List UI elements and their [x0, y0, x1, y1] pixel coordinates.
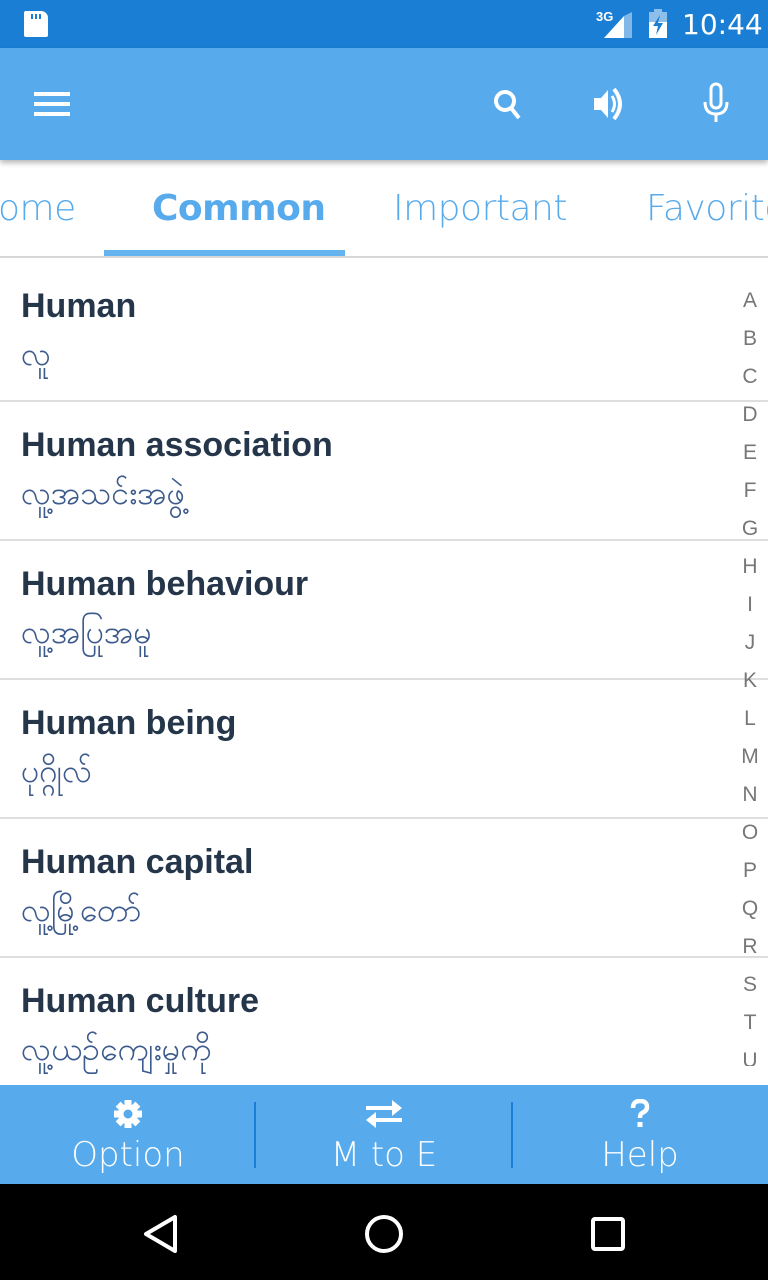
list-item[interactable]: Human association လူ့အသင်းအဖွဲ့: [0, 402, 768, 541]
index-letter-i[interactable]: I: [732, 586, 768, 624]
tab-bar: ome Common Important Favorite: [0, 160, 768, 260]
index-letter-u[interactable]: U: [732, 1042, 768, 1066]
index-letter-h[interactable]: H: [732, 548, 768, 586]
index-letter-b[interactable]: B: [732, 320, 768, 358]
option-button[interactable]: Option: [0, 1085, 256, 1184]
index-letter-c[interactable]: C: [732, 358, 768, 396]
english-word: Human behaviour: [21, 565, 309, 603]
tab-home[interactable]: ome: [0, 188, 76, 229]
battery-charging-icon: [649, 9, 667, 38]
speaker-icon: [594, 87, 622, 121]
help-label: Help: [601, 1135, 679, 1175]
index-letter-n[interactable]: N: [732, 776, 768, 814]
index-letter-t[interactable]: T: [732, 1004, 768, 1042]
myanmar-translation: ပုဂ္ဂိုလ်: [21, 752, 93, 790]
myanmar-translation: လူ: [21, 335, 51, 373]
gear-icon: [114, 1100, 142, 1128]
list-item[interactable]: Human capital လူ့မြို့တော်: [0, 819, 768, 958]
word-list[interactable]: Human လူ Human association လူ့အသင်းအဖွဲ့…: [0, 263, 768, 1085]
help-button[interactable]: Help: [512, 1085, 768, 1184]
myanmar-translation: လူ့အပြုအမူ: [21, 613, 152, 651]
index-letter-g[interactable]: G: [732, 510, 768, 548]
index-letter-q[interactable]: Q: [732, 890, 768, 928]
english-word: Human culture: [21, 982, 260, 1020]
microphone-icon: [703, 82, 729, 122]
divider: [0, 256, 768, 258]
swap-arrows-icon: [366, 1100, 402, 1128]
microphone-button[interactable]: [690, 78, 742, 130]
index-letter-p[interactable]: P: [732, 852, 768, 890]
search-icon: [494, 90, 521, 120]
myanmar-translation: လူ့မြို့တော်: [21, 891, 142, 929]
list-item[interactable]: Human culture လူ့ယဉ်ကျေးမှုကို: [0, 958, 768, 1085]
index-letter-a[interactable]: A: [732, 282, 768, 320]
english-word: Human being: [21, 704, 237, 742]
index-letter-e[interactable]: E: [732, 434, 768, 472]
english-word: Human association: [21, 426, 333, 464]
list-item[interactable]: Human being ပုဂ္ဂိုလ်: [0, 680, 768, 819]
signal-icon: [604, 12, 632, 38]
tab-important[interactable]: Important: [393, 188, 567, 229]
app-bar: [0, 48, 768, 160]
index-letter-f[interactable]: F: [732, 472, 768, 510]
list-item[interactable]: Human လူ: [0, 263, 768, 402]
speaker-button[interactable]: [586, 78, 638, 130]
tab-favorite[interactable]: Favorite: [646, 188, 768, 229]
status-bar: 3G 10:44: [0, 0, 768, 48]
home-icon[interactable]: [354, 1204, 414, 1264]
recent-apps-icon[interactable]: [578, 1204, 638, 1264]
list-item[interactable]: Human behaviour လူ့အပြုအမူ: [0, 541, 768, 680]
clock: 10:44: [682, 8, 763, 41]
english-word: Human: [21, 287, 137, 325]
english-word: Human capital: [21, 843, 254, 881]
index-letter-d[interactable]: D: [732, 396, 768, 434]
search-button[interactable]: [482, 78, 534, 130]
tab-common[interactable]: Common: [152, 188, 326, 229]
index-letter-o[interactable]: O: [732, 814, 768, 852]
m-to-e-label: M to E: [330, 1135, 438, 1175]
bottom-toolbar: Option M to E Help: [0, 1085, 768, 1184]
option-label: Option: [71, 1135, 185, 1175]
back-icon[interactable]: [130, 1204, 190, 1264]
hamburger-menu-icon[interactable]: [26, 82, 78, 126]
index-letter-r[interactable]: R: [732, 928, 768, 966]
myanmar-translation: လူ့ယဉ်ကျေးမှုကို: [21, 1030, 212, 1068]
navigation-bar: [0, 1184, 768, 1280]
sd-card-icon: [24, 11, 48, 37]
myanmar-translation: လူ့အသင်းအဖွဲ့: [21, 474, 185, 512]
index-letter-m[interactable]: M: [732, 738, 768, 776]
index-letter-l[interactable]: L: [732, 700, 768, 738]
m-to-e-button[interactable]: M to E: [256, 1085, 512, 1184]
index-letter-j[interactable]: J: [732, 624, 768, 662]
question-mark-icon: [630, 1099, 650, 1127]
index-letter-s[interactable]: S: [732, 966, 768, 1004]
alphabet-index[interactable]: A B C D E F G H I J K L M N O P Q R S T …: [732, 282, 768, 1066]
index-letter-k[interactable]: K: [732, 662, 768, 700]
